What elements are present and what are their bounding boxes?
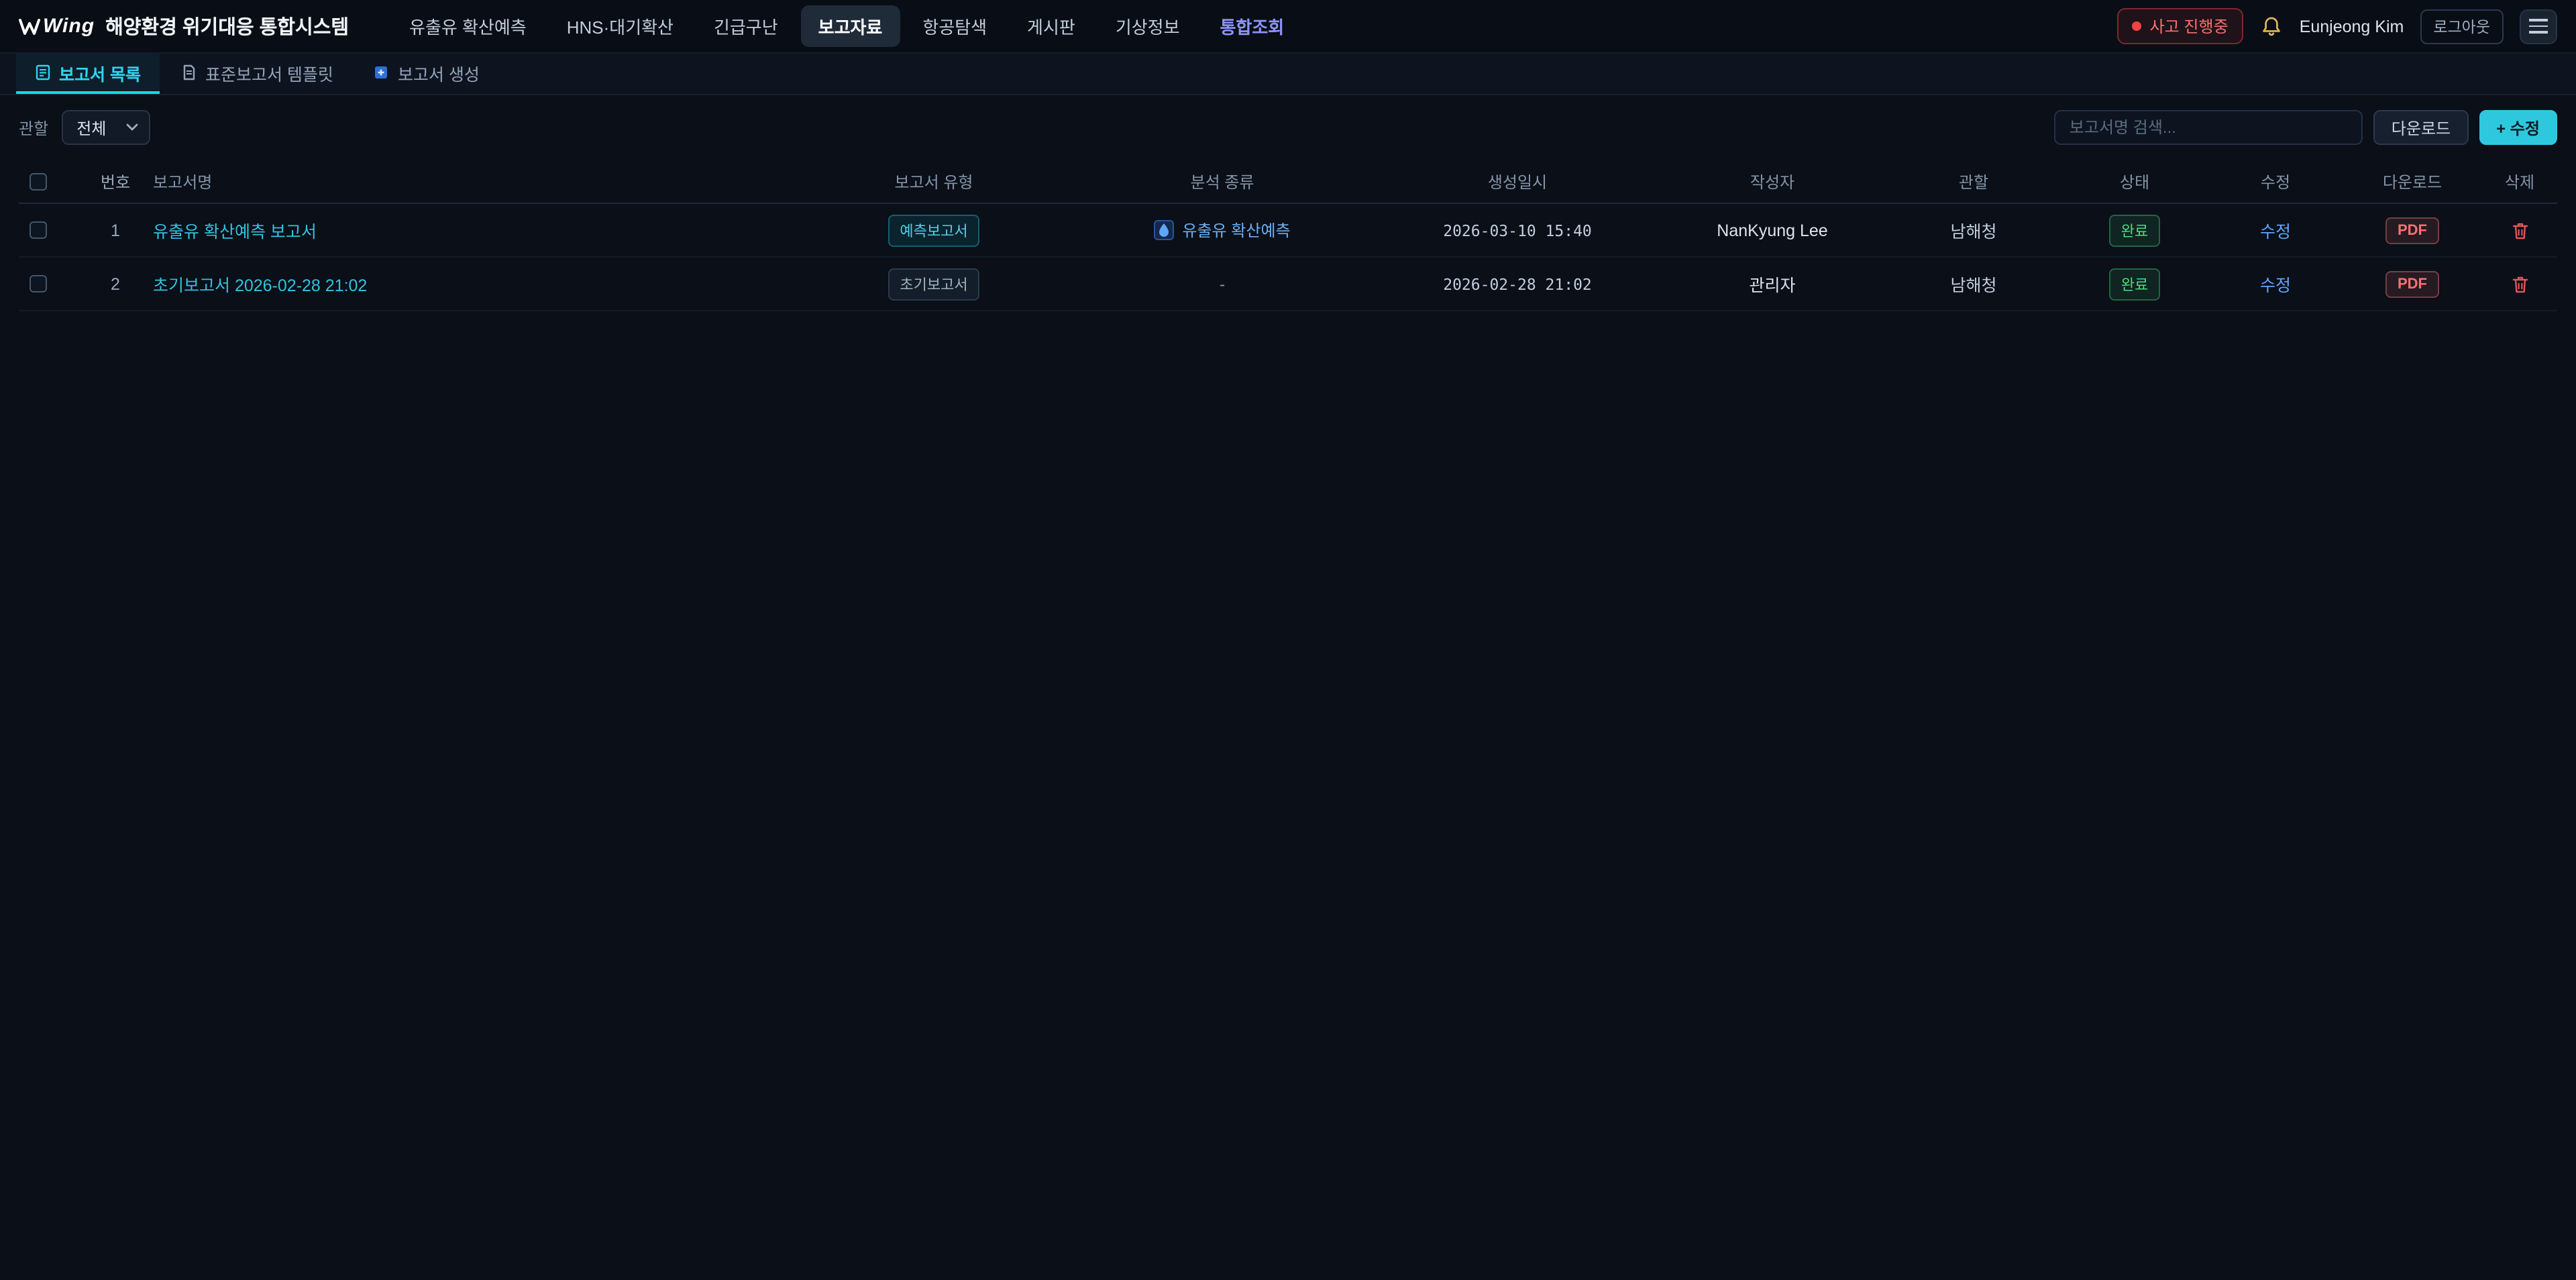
edit-link[interactable]: 수정 <box>2260 271 2291 297</box>
app-title: 해양환경 위기대응 통합시스템 <box>105 12 349 40</box>
user-name: Eunjeong Kim <box>2300 17 2404 36</box>
trash-icon <box>2511 221 2528 239</box>
filter-bar: 관할 전체 다운로드 + 수정 <box>0 95 2576 160</box>
create-report-icon <box>374 64 390 81</box>
delete-button[interactable] <box>2508 218 2531 242</box>
created-datetime: 2026-03-10 15:40 <box>1443 221 1592 239</box>
nav-item-air-search[interactable]: 항공탐색 <box>905 5 1004 47</box>
tab-report-create[interactable]: 보고서 생성 <box>355 54 498 94</box>
report-search-input[interactable] <box>2055 110 2363 145</box>
document-icon <box>181 64 197 81</box>
nav-item-hns[interactable]: HNS·대기확산 <box>549 5 691 47</box>
table-row: 1 유출유 확산예측 보고서 예측보고서 유출유 확산예측 2026-03-10… <box>19 204 2557 258</box>
header-region: 관할 <box>1886 170 2061 193</box>
incident-badge-label: 사고 진행중 <box>2150 15 2229 38</box>
tab-report-template-label: 표준보고서 템플릿 <box>205 60 333 85</box>
nav-item-rescue[interactable]: 긴급구난 <box>696 5 796 47</box>
nav-item-integrated-search[interactable]: 통합조회 <box>1203 5 1302 47</box>
nav-item-weather[interactable]: 기상정보 <box>1098 5 1197 47</box>
status-badge: 완료 <box>2109 214 2161 246</box>
header-edit: 수정 <box>2208 170 2343 193</box>
header-name: 보고서명 <box>153 170 800 193</box>
author-name: NanKyung Lee <box>1717 221 1827 239</box>
author-name: 관리자 <box>1749 271 1795 297</box>
tab-report-create-label: 보고서 생성 <box>398 60 480 85</box>
region-filter-label: 관할 <box>19 116 48 139</box>
report-name-link[interactable]: 초기보고서 2026-02-28 21:02 <box>153 271 367 297</box>
list-icon <box>35 64 51 81</box>
trash-icon <box>2511 274 2528 293</box>
pdf-download-button[interactable]: PDF <box>2385 270 2439 297</box>
wing-icon <box>19 17 40 36</box>
oil-spill-analysis-icon <box>1154 220 1174 240</box>
row-checkbox[interactable] <box>30 221 47 239</box>
nav-item-oil-spill[interactable]: 유출유 확산예측 <box>392 5 544 47</box>
header-status: 상태 <box>2061 170 2208 193</box>
tab-report-list-label: 보고서 목록 <box>59 60 141 85</box>
status-badge: 완료 <box>2109 268 2161 300</box>
analysis-type-empty: - <box>1220 274 1225 293</box>
header-analysis: 분석 종류 <box>1068 170 1377 193</box>
edit-link[interactable]: 수정 <box>2260 217 2291 243</box>
tab-report-list[interactable]: 보고서 목록 <box>16 54 160 94</box>
report-table: 번호 보고서명 보고서 유형 분석 종류 생성일시 작성자 관할 상태 수정 다… <box>0 160 2576 311</box>
region-select-value: 전체 <box>76 116 106 139</box>
notification-bell-icon[interactable] <box>2259 14 2284 38</box>
delete-button[interactable] <box>2508 272 2531 296</box>
chevron-down-icon <box>126 123 138 131</box>
select-all-checkbox[interactable] <box>30 172 47 190</box>
logo-text: Wing <box>43 15 95 38</box>
logout-button[interactable]: 로그아웃 <box>2420 9 2504 44</box>
app-root: Wing 해양환경 위기대응 통합시스템 유출유 확산예측 HNS·대기확산 긴… <box>0 0 2576 1280</box>
app-logo: Wing <box>19 15 95 38</box>
report-tabs: 보고서 목록 표준보고서 템플릿 보고서 생성 <box>0 54 2576 95</box>
brand: Wing 해양환경 위기대응 통합시스템 <box>19 12 349 40</box>
table-header-row: 번호 보고서명 보고서 유형 분석 종류 생성일시 작성자 관할 상태 수정 다… <box>19 160 2557 204</box>
main-nav: 유출유 확산예측 HNS·대기확산 긴급구난 보고자료 항공탐색 게시판 기상정… <box>392 5 1301 47</box>
header-num: 번호 <box>78 170 153 193</box>
header-download: 다운로드 <box>2343 170 2482 193</box>
create-button[interactable]: + 수정 <box>2479 110 2557 145</box>
header-delete: 삭제 <box>2482 170 2557 193</box>
region-select[interactable]: 전체 <box>62 110 150 145</box>
filter-bar-right: 다운로드 + 수정 <box>2055 110 2557 145</box>
header-type: 보고서 유형 <box>800 170 1068 193</box>
topbar-right: 사고 진행중 Eunjeong Kim 로그아웃 <box>2118 8 2557 44</box>
analysis-type-label: 유출유 확산예측 <box>1182 219 1290 242</box>
report-type-badge: 예측보고서 <box>888 214 979 246</box>
region-value: 남해청 <box>1950 271 1996 297</box>
hamburger-menu-icon[interactable] <box>2520 9 2557 44</box>
row-num: 2 <box>78 274 153 293</box>
incident-status-badge: 사고 진행중 <box>2118 8 2243 44</box>
row-checkbox[interactable] <box>30 275 47 292</box>
nav-item-reports[interactable]: 보고자료 <box>801 5 900 47</box>
report-name-link[interactable]: 유출유 확산예측 보고서 <box>153 217 317 243</box>
header-created: 생성일시 <box>1377 170 1658 193</box>
tab-report-template[interactable]: 표준보고서 템플릿 <box>162 54 352 94</box>
nav-item-board[interactable]: 게시판 <box>1010 5 1093 47</box>
pdf-download-button[interactable]: PDF <box>2385 217 2439 244</box>
top-header: Wing 해양환경 위기대응 통합시스템 유출유 확산예측 HNS·대기확산 긴… <box>0 0 2576 54</box>
report-type-badge: 초기보고서 <box>888 268 979 300</box>
row-num: 1 <box>78 221 153 239</box>
table-row: 2 초기보고서 2026-02-28 21:02 초기보고서 - 2026-02… <box>19 258 2557 311</box>
incident-dot-icon <box>2133 21 2142 31</box>
download-button[interactable]: 다운로드 <box>2374 110 2468 145</box>
header-author: 작성자 <box>1658 170 1886 193</box>
region-value: 남해청 <box>1950 217 1996 243</box>
created-datetime: 2026-02-28 21:02 <box>1443 274 1592 293</box>
